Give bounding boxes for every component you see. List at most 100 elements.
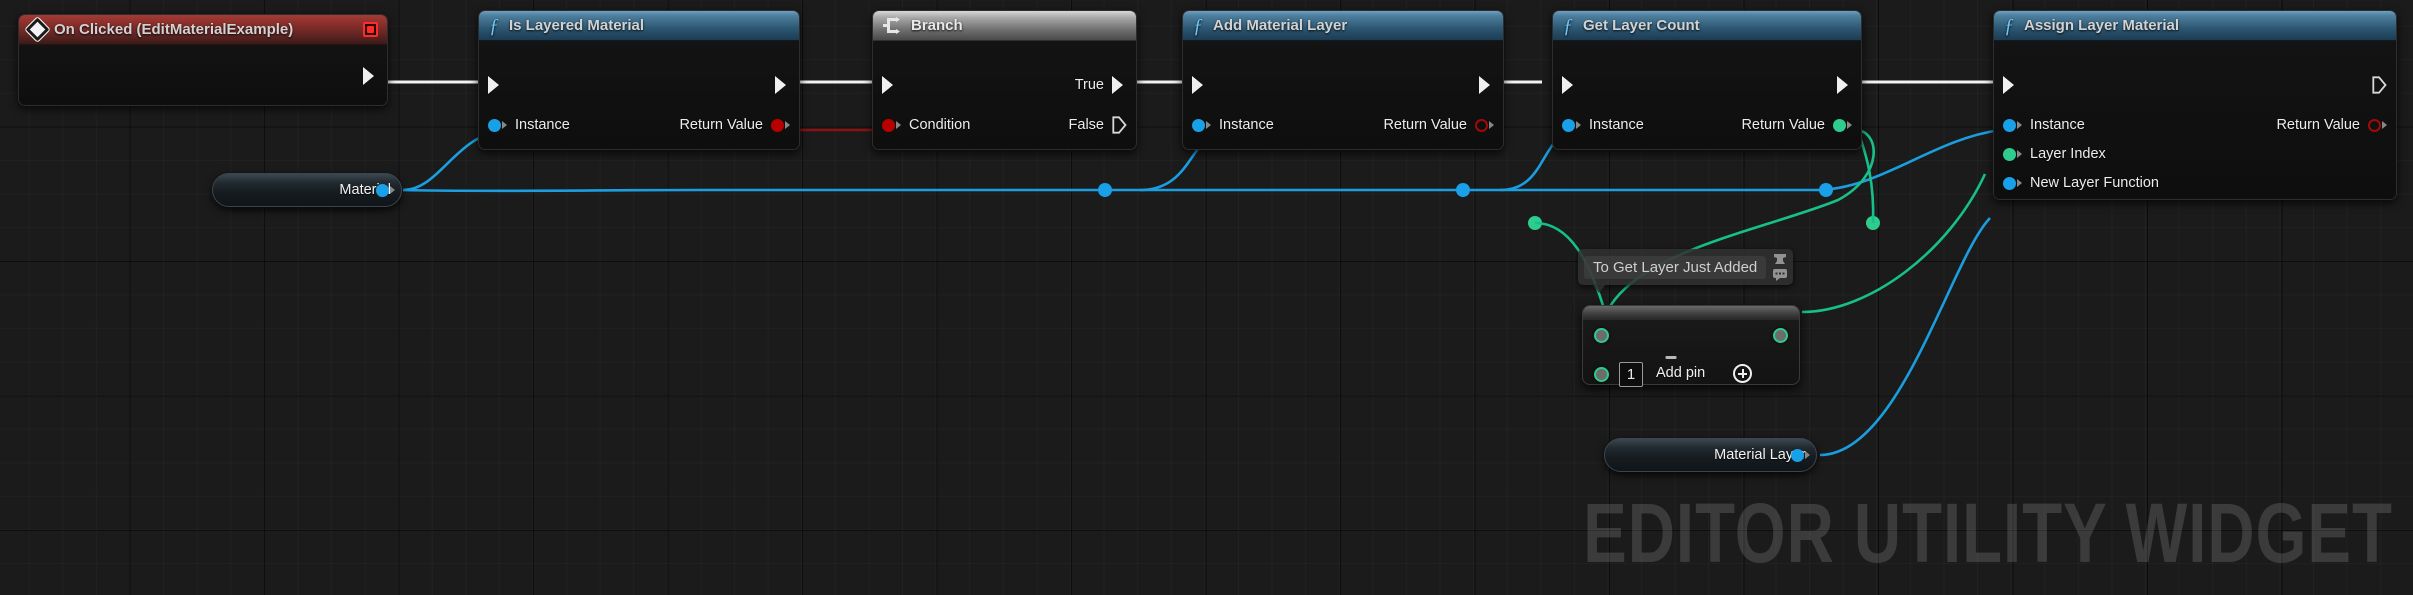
exec-arrow-icon[interactable] bbox=[882, 76, 897, 94]
pin-exec-in-branch[interactable] bbox=[882, 74, 897, 96]
function-f-icon: ƒ bbox=[1563, 14, 1573, 37]
function-f-icon: ƒ bbox=[1193, 14, 1203, 37]
wire-knot bbox=[1098, 183, 1112, 197]
exec-arrow-icon[interactable] bbox=[1562, 76, 1577, 94]
exec-arrow-icon[interactable] bbox=[2003, 76, 2018, 94]
pin-exec-in-assign-layer-material[interactable] bbox=[2003, 74, 2018, 96]
function-f-icon: ƒ bbox=[2004, 14, 2014, 37]
node-subtract[interactable]: 1 Add pin bbox=[1582, 305, 1800, 387]
pin-exec-out-is-layered-material[interactable] bbox=[775, 74, 790, 96]
node-variable-material-layer[interactable]: Material Layer bbox=[1604, 438, 1817, 472]
object-pin-icon[interactable] bbox=[376, 183, 395, 197]
branch-flow-icon bbox=[883, 17, 903, 34]
pin-exec-in-add-material-layer[interactable] bbox=[1192, 74, 1207, 96]
object-pin-icon[interactable] bbox=[1192, 118, 1211, 132]
node-add-material-layer[interactable]: ƒ Add Material Layer Instance Return Val… bbox=[1182, 10, 1504, 150]
node-body-on-clicked bbox=[19, 45, 387, 105]
subtract-output-pin[interactable] bbox=[1773, 328, 1788, 343]
object-pin-icon[interactable] bbox=[1562, 118, 1581, 132]
pin-exec-out-on-clicked[interactable] bbox=[363, 65, 378, 87]
pin-label-new-layer-function: New Layer Function bbox=[2030, 175, 2159, 191]
pin-exec-in-get-layer-count[interactable] bbox=[1562, 74, 1577, 96]
pin-return-value-add-material-layer[interactable]: Return Value bbox=[1383, 114, 1494, 136]
node-header-get-layer-count: ƒ Get Layer Count bbox=[1553, 11, 1861, 41]
minus-operator-icon bbox=[1665, 356, 1677, 359]
node-on-clicked[interactable]: On Clicked (EditMaterialExample) bbox=[18, 14, 388, 106]
bool-pin-icon[interactable] bbox=[771, 118, 790, 132]
node-title-assign-layer-material: Assign Layer Material bbox=[2024, 17, 2180, 34]
object-pin-icon[interactable] bbox=[488, 118, 507, 132]
exec-arrow-icon[interactable] bbox=[1837, 76, 1852, 94]
int-wire-subtract-layerindex bbox=[1801, 173, 1987, 314]
bool-pin-outline-icon[interactable] bbox=[1475, 118, 1494, 132]
pin-instance-get-layer-count[interactable]: Instance bbox=[1562, 114, 1644, 136]
pin-label-instance: Instance bbox=[1219, 117, 1274, 133]
pin-instance-assign-layer-material[interactable]: Instance bbox=[2003, 114, 2085, 136]
pin-exec-out-add-material-layer[interactable] bbox=[1479, 74, 1494, 96]
object-wire-materiallayer-newlayerfunction bbox=[1819, 217, 1991, 457]
pin-true-branch[interactable]: True bbox=[1075, 74, 1127, 96]
int-pin-icon[interactable] bbox=[2003, 147, 2022, 161]
pin-layer-index-assign-layer-material[interactable]: Layer Index bbox=[2003, 143, 2106, 165]
pin-return-value-get-layer-count[interactable]: Return Value bbox=[1741, 114, 1852, 136]
blueprint-graph-canvas[interactable]: On Clicked (EditMaterialExample) ƒ Is La… bbox=[0, 0, 2413, 595]
pin-label-return-value: Return Value bbox=[1741, 117, 1825, 133]
subtract-input-a-pin[interactable] bbox=[1594, 328, 1609, 343]
pin-label-condition: Condition bbox=[909, 117, 971, 133]
int-pin-icon[interactable] bbox=[1833, 118, 1852, 132]
pin-label-return-value: Return Value bbox=[2276, 117, 2360, 133]
pin-label-instance: Instance bbox=[515, 117, 570, 133]
bool-pin-icon[interactable] bbox=[882, 118, 901, 132]
node-title-add-material-layer: Add Material Layer bbox=[1213, 17, 1348, 34]
node-header-add-material-layer: ƒ Add Material Layer bbox=[1183, 11, 1503, 41]
node-is-layered-material[interactable]: ƒ Is Layered Material Instance Return Va… bbox=[478, 10, 800, 150]
exec-arrow-outline-icon[interactable] bbox=[1112, 116, 1127, 134]
node-body-get-layer-count: Instance Return Value bbox=[1553, 41, 1861, 149]
pin-return-value-is-layered-material[interactable]: Return Value bbox=[679, 114, 790, 136]
add-pin-label[interactable]: Add pin bbox=[1656, 365, 1705, 381]
subtract-input-b-pin[interactable] bbox=[1594, 367, 1609, 382]
exec-arrow-icon[interactable] bbox=[1479, 76, 1494, 94]
object-pin-icon[interactable] bbox=[1791, 448, 1810, 462]
exec-arrow-icon[interactable] bbox=[488, 76, 503, 94]
node-header-branch: Branch bbox=[873, 11, 1136, 41]
pin-return-value-assign-layer-material[interactable]: Return Value bbox=[2276, 114, 2387, 136]
pin-comment-icon[interactable] bbox=[1772, 253, 1788, 266]
object-pin-icon[interactable] bbox=[2003, 118, 2022, 132]
node-variable-material[interactable]: Material bbox=[212, 173, 402, 207]
pin-exec-out-get-layer-count[interactable] bbox=[1837, 74, 1852, 96]
node-body-branch: True Condition False bbox=[873, 41, 1136, 149]
plus-circle-icon[interactable] bbox=[1733, 364, 1752, 383]
pin-exec-in-is-layered-material[interactable] bbox=[488, 74, 503, 96]
pin-label-layer-index: Layer Index bbox=[2030, 146, 2106, 162]
comment-bubble-subtract[interactable]: To Get Layer Just Added bbox=[1578, 249, 1794, 293]
exec-arrow-outline-icon[interactable] bbox=[2372, 76, 2387, 94]
node-branch[interactable]: Branch True Condition False bbox=[872, 10, 1137, 150]
pin-instance-add-material-layer[interactable]: Instance bbox=[1192, 114, 1274, 136]
watermark-text: EDITOR UTILITY WIDGET bbox=[1583, 485, 2393, 580]
exec-arrow-icon[interactable] bbox=[1192, 76, 1207, 94]
node-assign-layer-material[interactable]: ƒ Assign Layer Material Instance Return … bbox=[1993, 10, 2397, 200]
object-pin-icon[interactable] bbox=[2003, 176, 2022, 190]
node-title-is-layered-material: Is Layered Material bbox=[509, 17, 645, 34]
exec-arrow-icon[interactable] bbox=[775, 76, 790, 94]
wire-knot bbox=[1819, 183, 1833, 197]
pin-condition-branch[interactable]: Condition bbox=[882, 114, 970, 136]
comment-bubble-icons[interactable] bbox=[1772, 253, 1788, 281]
pin-new-layer-function-assign-layer-material[interactable]: New Layer Function bbox=[2003, 172, 2159, 194]
exec-arrow-icon[interactable] bbox=[363, 67, 378, 85]
wire-knot bbox=[1866, 216, 1880, 230]
exec-arrow-icon[interactable] bbox=[1112, 76, 1127, 94]
speech-bubble-icon[interactable] bbox=[1772, 268, 1788, 281]
pin-false-branch[interactable]: False bbox=[1069, 114, 1127, 136]
node-header-assign-layer-material: ƒ Assign Layer Material bbox=[1994, 11, 2396, 41]
red-square-delegate-icon[interactable] bbox=[363, 22, 378, 37]
node-get-layer-count[interactable]: ƒ Get Layer Count Instance Return Value bbox=[1552, 10, 1862, 150]
node-body-is-layered-material: Instance Return Value bbox=[479, 41, 799, 149]
subtract-operand-value[interactable]: 1 bbox=[1619, 362, 1643, 387]
wire-knot bbox=[1528, 216, 1542, 230]
function-f-icon: ƒ bbox=[489, 14, 499, 37]
pin-exec-out-assign-layer-material[interactable] bbox=[2372, 74, 2387, 96]
pin-instance-is-layered-material[interactable]: Instance bbox=[488, 114, 570, 136]
bool-pin-outline-icon[interactable] bbox=[2368, 118, 2387, 132]
